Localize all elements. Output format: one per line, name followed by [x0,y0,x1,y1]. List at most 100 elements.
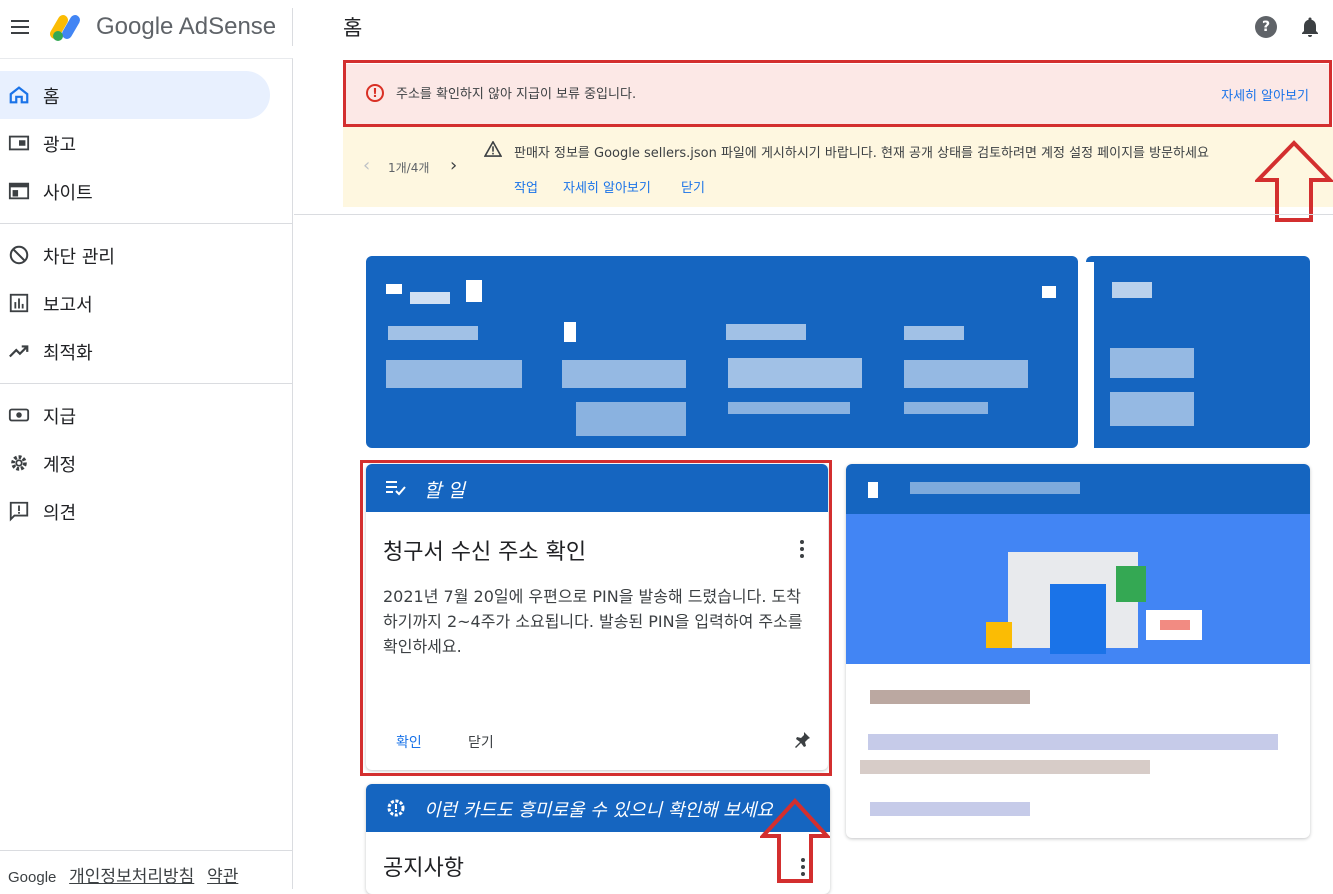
earnings-card[interactable] [366,256,1078,448]
blurred-content [904,360,1028,388]
blurred-content [870,690,1030,704]
google-footer-label: Google [8,869,57,886]
more-vert-icon[interactable] [800,858,806,878]
blurred-content [868,482,878,498]
sidebar-item-label: 차단 관리 [43,247,115,268]
blurred-content [1160,620,1190,630]
sidebar-item-label: 광고 [43,135,77,156]
pin-icon[interactable] [792,730,812,750]
close-button[interactable]: 닫기 [468,732,494,752]
sidebar-item-sites[interactable]: 사이트 [0,167,270,215]
blurred-content [1116,566,1146,602]
divider [0,223,293,224]
block-icon [9,245,29,265]
blurred-content [870,802,1030,816]
dismiss-link[interactable]: 닫기 [681,177,705,196]
blurred-content [1050,584,1106,654]
notifications-icon[interactable] [1298,15,1322,39]
brand-name: Google AdSense [96,13,277,40]
gear-icon [11,455,27,471]
card-header [846,464,1310,514]
ads-icon [8,135,30,151]
feedback-icon [9,501,29,522]
trending-icon [9,345,29,358]
settings-alert-icon [387,799,405,817]
sidebar-item-label: 보고서 [43,295,93,316]
blurred-content [728,358,862,388]
blurred-content [860,760,1150,774]
balance-card[interactable] [1086,256,1310,448]
sidebar-item-label: 홈 [43,87,60,108]
blurred-content [1042,286,1056,298]
blurred-content [1086,262,1094,448]
card-body: 2021년 7월 20일에 우편으로 PIN을 발송해 드렸습니다. 도착하기까… [383,587,803,656]
confirm-button[interactable]: 확인 [396,732,422,752]
sidebar-item-ads[interactable]: 광고 [0,119,270,167]
sidebar-item-blocking[interactable]: 차단 관리 [0,231,270,279]
checklist-icon [386,481,406,496]
sidebar: 홈 광고 사이트 차단 관리 보고서 최적화 지급 계정 의견 [0,58,293,889]
top-app-bar: Google AdSense 홈 ? [0,0,1333,58]
privacy-link[interactable]: 개인정보처리방침 [69,867,194,887]
card-header: 이런 카드도 흥미로울 수 있으니 확인해 보세요 [366,784,830,832]
divider [0,850,293,851]
blurred-content [562,360,686,388]
blurred-content [1112,282,1152,298]
blurred-content [388,326,478,340]
divider [294,214,1333,215]
menu-icon[interactable] [8,14,34,40]
sidebar-item-label: 최적화 [43,343,93,364]
sidebar-item-label: 지급 [43,407,77,428]
help-icon[interactable]: ? [1255,16,1277,38]
alert-pager: 1개/4개 [388,161,430,175]
blurred-content [986,622,1012,648]
todo-card: 할 일 청구서 수신 주소 확인 2021년 7월 20일에 우편으로 PIN을… [366,464,828,770]
sellers-json-alert: ‹ 1개/4개 › 판매자 정보를 Google sellers.json 파일… [343,127,1333,207]
sidebar-item-label: 계정 [43,455,77,476]
blurred-content [564,322,576,342]
chevron-right-icon[interactable]: › [450,155,457,176]
terms-link[interactable]: 약관 [207,867,238,887]
sidebar-item-optimization[interactable]: 최적화 [0,327,270,375]
more-vert-icon[interactable] [799,540,805,560]
promo-illustration [846,514,1310,664]
sites-icon [8,182,30,200]
blurred-content [1110,392,1194,426]
sidebar-item-label: 사이트 [43,183,93,204]
action-link[interactable]: 작업 [514,177,538,196]
sidebar-item-reports[interactable]: 보고서 [0,279,270,327]
reports-icon [9,293,29,313]
suggested-card: 이런 카드도 흥미로울 수 있으니 확인해 보세요 공지사항 [366,784,830,894]
sidebar-item-account[interactable]: 계정 [0,439,270,487]
page-title: 홈 [343,16,363,40]
learn-more-link[interactable]: 자세히 알아보기 [563,177,651,196]
blurred-content [904,402,988,414]
blurred-content [386,284,402,294]
blurred-content [386,360,522,388]
blurred-content [728,402,850,414]
home-icon [9,86,29,104]
promo-card[interactable] [846,464,1310,838]
sidebar-item-home[interactable]: 홈 [0,71,270,119]
card-header: 할 일 [366,464,828,512]
sidebar-item-feedback[interactable]: 의견 [0,487,270,535]
blurred-content [410,292,450,304]
blurred-content [576,402,686,436]
sidebar-footer: Google 개인정보처리방침 약관 [8,862,246,887]
sidebar-item-payments[interactable]: 지급 [0,391,270,439]
divider [292,8,293,46]
card-title: 청구서 수신 주소 확인 [383,540,587,565]
blurred-content [904,326,964,340]
warning-icon [484,141,502,157]
annotation-box [343,60,1332,127]
chevron-left-icon[interactable]: ‹ [363,155,370,176]
card-title: 공지사항 [383,856,464,881]
blurred-content [726,324,806,340]
blurred-content [466,280,482,302]
alert-message: 판매자 정보를 Google sellers.json 파일에 게시하시기 바랍… [514,146,1209,161]
blurred-content [910,482,1080,494]
payments-icon [8,408,30,422]
divider [0,383,293,384]
card-header-title: 이런 카드도 흥미로울 수 있으니 확인해 보세요 [424,800,773,821]
blurred-content [868,734,1278,750]
